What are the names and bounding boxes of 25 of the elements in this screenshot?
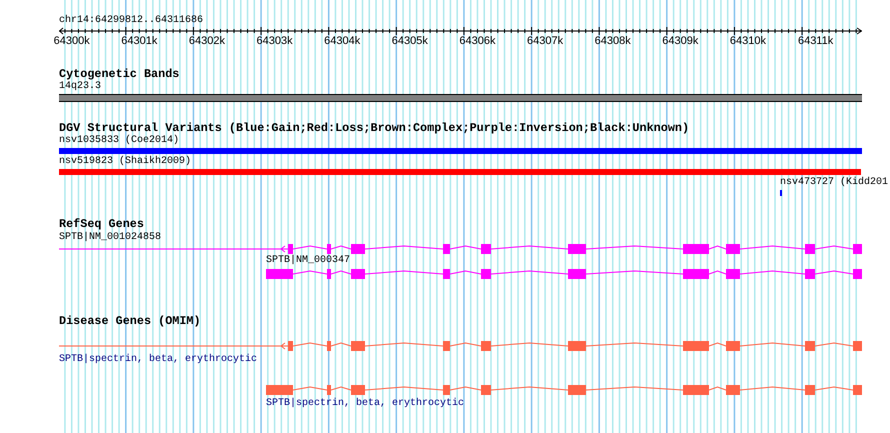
tick-label: 64311k bbox=[798, 35, 834, 48]
variant-label: nsv519823 (Shaikh2009) bbox=[59, 156, 192, 168]
variant-label: nsv473727 (Kidd201 bbox=[780, 177, 888, 189]
band-label: 14q23.3 bbox=[59, 81, 102, 93]
tick-label: 64302k bbox=[188, 35, 225, 48]
track-title: Disease Genes (OMIM) bbox=[59, 315, 201, 328]
tick-label: 64310k bbox=[730, 35, 766, 48]
track-title: DGV Structural Variants (Blue:Gain;Red:Loss;Brown:Complex;Purple:Inversion;Black:Unknown) bbox=[59, 122, 690, 135]
track-title: Cytogenetic Bands bbox=[59, 68, 180, 81]
range-label: chr14:64299812..64311686 bbox=[59, 15, 204, 27]
tick-label: 64300k bbox=[54, 35, 90, 48]
tick-label: 64303k bbox=[256, 35, 293, 48]
tick-label: 64308k bbox=[594, 35, 631, 48]
gene-label: SPTB|NM_001024858 bbox=[59, 232, 162, 244]
tick-label: 64301k bbox=[121, 35, 158, 48]
tick-label: 64309k bbox=[662, 35, 698, 48]
track-title: RefSeq Genes bbox=[59, 218, 144, 231]
gene-label: SPTB|NM_000347 bbox=[266, 255, 350, 267]
tick-label: 64306k bbox=[459, 35, 496, 48]
variant-label: nsv1035833 (Coe2014) bbox=[59, 135, 180, 147]
tick-label: 64305k bbox=[392, 35, 428, 48]
gene-label: SPTB|spectrin, beta, erythrocytic bbox=[266, 398, 464, 410]
tick-label: 64307k bbox=[527, 35, 564, 48]
gene-label: SPTB|spectrin, beta, erythrocytic bbox=[59, 354, 258, 366]
tick-label: 64304k bbox=[324, 35, 360, 48]
